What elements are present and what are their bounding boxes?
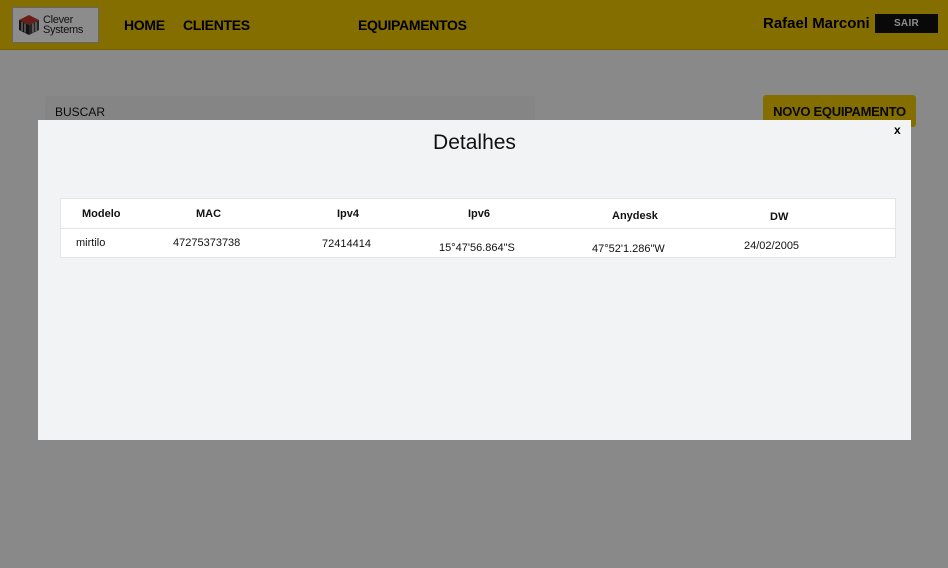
modal-close-button[interactable]: x (894, 123, 901, 137)
cell-mac: 47275373738 (173, 237, 241, 249)
cell-ipv4: 72414414 (322, 238, 371, 250)
modal-title: Detalhes (433, 131, 516, 154)
details-table: Modelo MAC Ipv4 Ipv6 Anydesk DW mirtilo … (60, 198, 896, 258)
column-header-mac: MAC (196, 208, 222, 220)
cell-modelo: mirtilo (76, 237, 106, 249)
column-header-ipv4: Ipv4 (337, 208, 360, 220)
column-header-anydesk: Anydesk (612, 210, 658, 222)
details-modal: Detalhes x Modelo MAC Ipv4 Ipv6 Anydesk … (38, 120, 911, 440)
cell-anydesk: 47°52'1.286"W (592, 243, 665, 255)
cell-ipv6: 15°47'56.864"S (439, 242, 515, 254)
column-header-modelo: Modelo (82, 208, 121, 220)
column-header-ipv6: Ipv6 (468, 208, 491, 220)
column-header-dw: DW (770, 211, 789, 223)
header-divider (61, 228, 895, 229)
cell-dw: 24/02/2005 (744, 240, 800, 252)
